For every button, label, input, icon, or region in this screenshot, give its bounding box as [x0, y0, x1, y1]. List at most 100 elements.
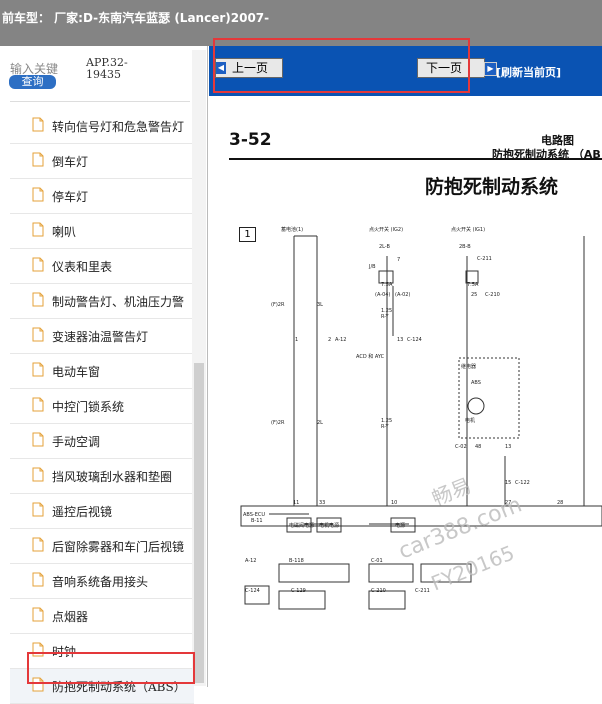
tree-list: 转向信号灯和危急警告灯 倒车灯停车灯喇叭仪表和里表制动警告灯、机油压力警 变速器油温… [10, 109, 194, 704]
conn-tag-c124: C-124 [245, 588, 260, 594]
ecu-connector: B-11 [251, 518, 263, 524]
pin-13: 13 [397, 337, 403, 343]
document-icon [32, 362, 44, 377]
tree-item[interactable]: 中控门锁系统 [10, 389, 194, 424]
abs-label: ABS [471, 380, 481, 386]
conn-tag-c01: C-01 [371, 558, 383, 564]
divider [10, 101, 190, 102]
tree-item[interactable]: 停车灯 [10, 179, 194, 214]
search-code-text: APP.32- 19435 [86, 56, 128, 81]
document-icon [32, 572, 44, 587]
tree-item[interactable]: 挡风玻璃刮水器和垫圈 [10, 459, 194, 494]
window-title: 前车型： 厂家:D-东南汽车蓝瑟 (Lancer)2007- [2, 11, 270, 25]
wire-label-2l: 2L [317, 420, 323, 426]
tree-item-label: 后窗除雾器和车门后视镜 [52, 540, 185, 554]
tree-item[interactable]: 电动车窗 [10, 354, 194, 389]
tree-item-label: 喇叭 [52, 225, 77, 239]
tree-item[interactable]: 点烟器 [10, 599, 194, 634]
module-label-3: 电源 [395, 522, 405, 529]
pin-label: 7 [397, 257, 400, 263]
conn-c124: C-124 [407, 337, 422, 343]
conn-c02: C-02 [455, 444, 467, 450]
conn-tag-c129: C-129 [291, 588, 306, 594]
highlight-nav-box [213, 38, 470, 93]
conn-tag-b118: B-118 [289, 558, 304, 564]
conn-tag-c211: C-211 [415, 588, 430, 594]
tree-item-label: 音响系统备用接头 [52, 575, 149, 589]
wire-label-f2r-b: (F)2R [271, 420, 285, 426]
pin-33: 33 [319, 500, 325, 506]
document-icon [32, 397, 44, 412]
document-icon [32, 537, 44, 552]
document-icon [32, 607, 44, 622]
tree-item-label: 挡风玻璃刮水器和垫圈 [52, 470, 173, 484]
conn-tag-a12: A-12 [245, 558, 256, 564]
tree-item[interactable]: 制动警告灯、机油压力警 [10, 284, 194, 319]
document-icon [32, 222, 44, 237]
tree-item-label: 中控门锁系统 [52, 400, 125, 414]
pin-1: 1 [295, 337, 298, 343]
tree-item[interactable]: 倒车灯 [10, 144, 194, 179]
scrollbar[interactable] [192, 50, 206, 686]
pump-label: 电机 [465, 417, 475, 424]
wire-color: R-Y [381, 314, 389, 320]
pin-48: 48 [475, 444, 481, 450]
col-label-ig2: 点火开关 (IG2) [369, 226, 403, 233]
document-icon [32, 467, 44, 482]
tree-item[interactable]: 喇叭 [10, 214, 194, 249]
circuit-diagram: 蓄电池(1) 点火开关 (IG2) 点火开关 (IG1) 2L-B J/B 7 … [240, 226, 602, 610]
jb-label: J/B [368, 264, 376, 270]
wire-color-b: R-Y [381, 424, 389, 430]
col-label-ig1: 点火开关 (IG1) [451, 226, 485, 233]
conn-label: (A-02) [395, 292, 410, 298]
pin-25: 25 [471, 292, 477, 298]
module-label-1: 电磁阀电源 [289, 522, 314, 529]
tree-item-label: 停车灯 [52, 190, 89, 204]
tree-item-label: 手动空调 [52, 435, 101, 449]
document-icon [32, 292, 44, 307]
document-icon [32, 502, 44, 517]
wire-label-3l: 3L [317, 302, 323, 308]
document-page: 3-52 电路图 防抱死制动系统 （AB 防抱死制动系统 1 蓄电池(1) 点火… [209, 96, 602, 687]
scroll-thumb[interactable] [194, 363, 204, 683]
tree-item[interactable]: 转向信号灯和危急警告灯 [10, 109, 194, 144]
left-panel: 输入关键 查询 APP.32- 19435 转向信号灯和危急警告灯 倒车灯 停车灯喇… [0, 46, 208, 704]
document-icon [32, 432, 44, 447]
document-icon [32, 187, 44, 202]
conn-tag-c210: C-210 [371, 588, 386, 594]
pin-13-b: 13 [505, 444, 511, 450]
fuse-label: 7.5A [381, 282, 393, 288]
document-icon [32, 257, 44, 272]
tree-item[interactable]: 变速器油温警告灯 [10, 319, 194, 354]
tree-item[interactable]: 手动空调 [10, 424, 194, 459]
wire-label-b: 2B-B [459, 244, 471, 250]
document-icon [32, 327, 44, 342]
conn-a12: A-12 [335, 337, 346, 343]
pin-28: 28 [557, 500, 563, 506]
pin-10: 10 [391, 500, 397, 506]
wire-label: 2L-B [379, 244, 391, 250]
tree-item-label: 电动车窗 [52, 365, 101, 379]
tree-item-label: 转向信号灯和危急警告灯 [52, 120, 185, 134]
module-label-2: 电机电源 [319, 522, 339, 529]
conn-label-c211: C-211 [477, 256, 492, 262]
search-button[interactable]: 查询 [9, 75, 56, 89]
tree-item[interactable]: 遥控后视镜 [10, 494, 194, 529]
pin-2: 2 [328, 337, 331, 343]
tree-item[interactable]: 音响系统备用接头 [10, 564, 194, 599]
tree-item[interactable]: 仪表和里表 [10, 249, 194, 284]
relay-label: 继电器 [461, 363, 476, 370]
pin-11: 11 [293, 500, 299, 506]
tree-item-label: 遥控后视镜 [52, 505, 113, 519]
tree-item[interactable]: 后窗除雾器和车门后视镜 [10, 529, 194, 564]
conn-label-2: (A-04) [375, 292, 390, 298]
document-icon [32, 117, 44, 132]
tree-item-label: 点烟器 [52, 610, 89, 624]
tree-item-label: 倒车灯 [52, 155, 89, 169]
col-label-battery: 蓄电池(1) [281, 226, 303, 233]
refresh-link[interactable]: [刷新当前页] [496, 64, 561, 80]
tree-item-label: 制动警告灯、机油压力警 [52, 295, 185, 309]
pin-15: 15 [505, 480, 511, 486]
tree-item-label: 变速器油温警告灯 [52, 330, 149, 344]
fuse-label-b: 7.5A [467, 282, 479, 288]
